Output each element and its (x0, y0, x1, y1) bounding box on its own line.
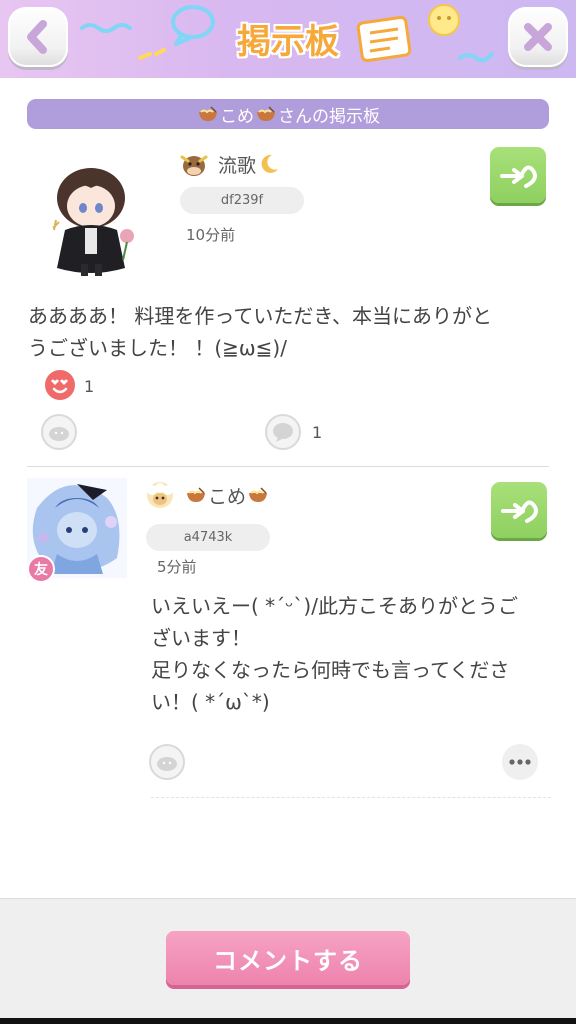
close-icon (524, 23, 552, 51)
send-gift-button[interactable] (491, 482, 547, 538)
ramen-bowl-icon (257, 106, 275, 121)
face-reaction-icon (157, 757, 177, 771)
board-owner-name: こめ (220, 106, 254, 127)
close-button[interactable] (508, 7, 568, 67)
author-name: こめ (208, 485, 247, 508)
send-gift-button[interactable] (490, 147, 546, 203)
post-comment-button[interactable]: コメントする (166, 931, 410, 985)
reaction-summary[interactable] (44, 369, 76, 401)
react-button[interactable] (149, 744, 185, 780)
author-name: 流歌 (218, 154, 257, 177)
react-button[interactable] (41, 414, 77, 450)
ellipsis-icon (509, 759, 531, 765)
post-author: 流歌 (178, 149, 280, 179)
post-body: ああああ！ 料理を作っていただき、本当にありがと うございました！ ！(≧ω≦)… (28, 304, 492, 360)
comment-count: 1 (312, 423, 323, 442)
more-options-button[interactable] (502, 744, 538, 780)
post-body: いえいえー( *´ᵕ`)/此方こそありがとうご ざいます！ 足りなくなったら何時… (151, 594, 518, 714)
crescent-moon-icon (261, 154, 279, 173)
system-nav-bar (0, 1018, 576, 1024)
post-divider (27, 466, 549, 467)
board-title-bar: こめ さんの掲示板 (27, 99, 549, 129)
sheep-badge-icon (147, 482, 173, 508)
board-title-suffix: さんの掲示板 (278, 106, 380, 127)
user-id-badge: a4743k (146, 524, 270, 551)
reaction-count: 1 (84, 377, 95, 396)
ramen-bowl-icon (249, 487, 268, 502)
friend-badge: 友 (27, 555, 55, 583)
avatar[interactable] (45, 160, 145, 280)
ramen-bowl-icon (199, 106, 217, 121)
user-id-badge: df239f (180, 187, 304, 214)
reply-divider (151, 797, 551, 798)
gift-send-icon (501, 500, 538, 523)
post-timestamp: 5分前 (157, 558, 197, 576)
gift-send-icon (500, 165, 537, 188)
page-title: 掲示板 (237, 22, 339, 62)
face-reaction-icon (49, 427, 69, 441)
cow-badge-icon (180, 155, 208, 176)
speech-bubble-icon (273, 423, 293, 442)
chibi-avatar-icon (52, 168, 134, 276)
header-bar: 掲示板 (0, 0, 576, 78)
post-timestamp: 10分前 (186, 226, 236, 244)
comment-button[interactable] (265, 414, 301, 450)
ramen-bowl-icon (187, 487, 205, 502)
heart-eyes-emoji-icon (45, 370, 75, 400)
post-author: こめ (144, 480, 270, 510)
